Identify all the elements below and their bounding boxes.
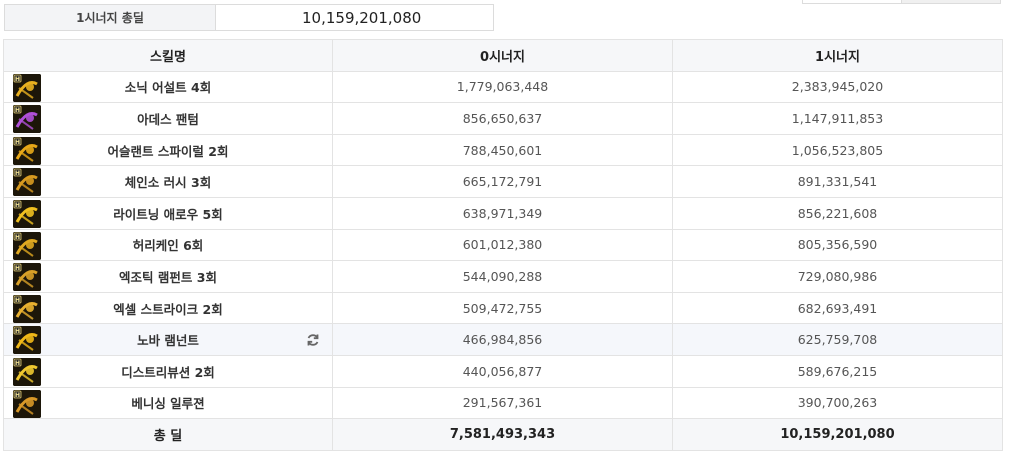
- total-synergy-1: 10,159,201,080: [672, 418, 1003, 451]
- synergy-1-value: 625,759,708: [672, 323, 1003, 356]
- synergy-1-value: 682,693,491: [672, 291, 1003, 325]
- synergy-0-value: 509,472,755: [332, 291, 673, 325]
- synergy-0-value: 466,984,856: [332, 323, 673, 356]
- synergy-0-value: 601,012,380: [332, 228, 673, 262]
- synergy-0-value: 291,567,361: [332, 386, 673, 420]
- synergy-0-value: 665,172,791: [332, 165, 673, 198]
- svg-text:H: H: [15, 360, 20, 367]
- svg-text:H: H: [15, 265, 20, 272]
- header-synergy-1: 1시너지: [672, 39, 1003, 72]
- svg-text:H: H: [15, 139, 20, 146]
- synergy-0-value: 440,056,877: [332, 354, 673, 388]
- table-row: H 엑셀 스트라이크 2회 509,472,755 682,693,491: [3, 291, 1003, 325]
- top-right-control[interactable]: [802, 0, 1001, 4]
- table-row: H 노바 램넌트 466,984,856 625,759,708: [3, 323, 1003, 356]
- skill-name: 디스트리뷰션 2회: [121, 364, 215, 380]
- svg-text:H: H: [15, 328, 20, 335]
- sonic-assault-icon: H: [13, 73, 41, 102]
- table-row: H 라이트닝 애로우 5회 638,971,349 856,221,608: [3, 196, 1003, 230]
- svg-text:H: H: [15, 202, 20, 209]
- svg-text:H: H: [15, 107, 20, 114]
- total-label: 총 딜: [3, 418, 333, 451]
- synergy-0-value: 856,650,637: [332, 102, 673, 135]
- synergy-1-value: 729,080,986: [672, 260, 1003, 293]
- top-right-segment[interactable]: [803, 0, 901, 3]
- skill-name-cell: H 엑셀 스트라이크 2회: [3, 291, 333, 325]
- synergy-1-value: 805,356,590: [672, 228, 1003, 262]
- table-row: H 어슬랜트 스파이럴 2회 788,450,601 1,056,523,805: [3, 133, 1003, 167]
- skill-name-cell: H 허리케인 6회: [3, 228, 333, 262]
- svg-text:H: H: [15, 76, 20, 83]
- skill-name-cell: H 체인소 러시 3회: [3, 165, 333, 198]
- skill-name: 노바 램넌트: [137, 333, 199, 349]
- table-row: H 아데스 팬텀 856,650,637 1,147,911,853: [3, 102, 1003, 135]
- skill-damage-table: 스킬명 0시너지 1시너지 H 소닉 어설트 4회 1,779,063,448 2,3…: [3, 39, 1003, 451]
- table-row: H 체인소 러시 3회 665,172,791 891,331,541: [3, 165, 1003, 198]
- top-right-segment-alt[interactable]: [901, 0, 1000, 3]
- header-skill-name: 스킬명: [3, 39, 333, 72]
- vanishing-illusion-icon: H: [13, 389, 41, 418]
- skill-name-cell: H 소닉 어설트 4회: [3, 70, 333, 104]
- skill-name-cell: H 어슬랜트 스파이럴 2회: [3, 133, 333, 167]
- synergy-0-value: 544,090,288: [332, 260, 673, 293]
- skill-name-cell: H 디스트리뷰션 2회: [3, 354, 333, 388]
- lightning-arrow-icon: H: [13, 199, 41, 228]
- refresh-icon[interactable]: [306, 333, 320, 347]
- table-row: H 엑조틱 램펀트 3회 544,090,288 729,080,986: [3, 260, 1003, 293]
- aslant-spiral-icon: H: [13, 136, 41, 165]
- table-body: H 소닉 어설트 4회 1,779,063,448 2,383,945,020 H 아데스…: [3, 70, 1003, 420]
- skill-name-cell: H 라이트닝 애로우 5회: [3, 196, 333, 230]
- synergy-1-value: 1,147,911,853: [672, 102, 1003, 135]
- excel-strike-icon: H: [13, 294, 41, 323]
- skill-name: 베니싱 일루젼: [131, 396, 205, 412]
- skill-name-cell: H 노바 램넌트: [3, 323, 333, 356]
- summary-label: 1시너지 총딜: [5, 5, 216, 30]
- skill-name: 허리케인 6회: [132, 238, 204, 254]
- total-synergy-0: 7,581,493,343: [332, 418, 673, 451]
- synergy-total-summary: 1시너지 총딜 10,159,201,080: [4, 4, 494, 31]
- svg-text:H: H: [15, 234, 20, 241]
- synergy-1-value: 2,383,945,020: [672, 70, 1003, 104]
- synergy-1-value: 390,700,263: [672, 386, 1003, 420]
- table-row: H 소닉 어설트 4회 1,779,063,448 2,383,945,020: [3, 70, 1003, 104]
- summary-value: 10,159,201,080: [302, 8, 422, 27]
- skill-name: 아데스 팬텀: [137, 111, 199, 127]
- synergy-1-value: 891,331,541: [672, 165, 1003, 198]
- table-row: H 허리케인 6회 601,012,380 805,356,590: [3, 228, 1003, 262]
- exotic-rampant-icon: H: [13, 263, 41, 292]
- total-row: 총 딜 7,581,493,343 10,159,201,080: [3, 418, 1003, 451]
- skill-name: 라이트닝 애로우 5회: [113, 206, 223, 222]
- skill-name: 어슬랜트 스파이럴 2회: [107, 143, 229, 159]
- skill-name: 엑셀 스트라이크 2회: [113, 301, 223, 317]
- chainsaw-rush-icon: H: [13, 168, 41, 197]
- synergy-1-value: 856,221,608: [672, 196, 1003, 230]
- skill-name-cell: H 아데스 팬텀: [3, 102, 333, 135]
- table-row: H 베니싱 일루젼 291,567,361 390,700,263: [3, 386, 1003, 420]
- skill-name-cell: H 베니싱 일루젼: [3, 386, 333, 420]
- synergy-0-value: 788,450,601: [332, 133, 673, 167]
- skill-name: 엑조틱 램펀트 3회: [119, 269, 217, 285]
- header-synergy-0: 0시너지: [332, 39, 673, 72]
- skill-name-cell: H 엑조틱 램펀트 3회: [3, 260, 333, 293]
- nova-remnant-icon: H: [13, 326, 41, 355]
- synergy-0-value: 1,779,063,448: [332, 70, 673, 104]
- hurricane-icon: H: [13, 231, 41, 260]
- distribution-icon: H: [13, 357, 41, 386]
- ades-phantom-icon: H: [13, 105, 41, 134]
- table-row: H 디스트리뷰션 2회 440,056,877 589,676,215: [3, 354, 1003, 388]
- svg-text:H: H: [15, 170, 20, 177]
- skill-name: 소닉 어설트 4회: [124, 80, 212, 96]
- page: 1시너지 총딜 10,159,201,080 스킬명 0시너지 1시너지 H 소닉…: [0, 0, 1009, 466]
- table-header-row: 스킬명 0시너지 1시너지: [3, 39, 1003, 72]
- svg-text:H: H: [15, 392, 20, 399]
- synergy-1-value: 1,056,523,805: [672, 133, 1003, 167]
- synergy-1-value: 589,676,215: [672, 354, 1003, 388]
- synergy-0-value: 638,971,349: [332, 196, 673, 230]
- skill-name: 체인소 러시 3회: [124, 175, 212, 191]
- svg-text:H: H: [15, 297, 20, 304]
